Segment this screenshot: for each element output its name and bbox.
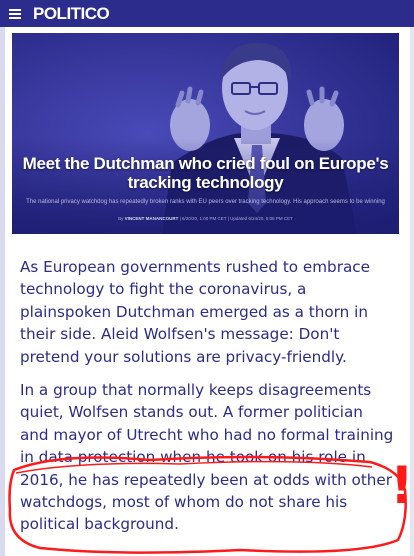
byline-dates: | 6/20/20, 1:00 PM CET | Updated 6/24/20… xyxy=(179,216,293,221)
top-bar: POLITICO xyxy=(0,0,414,27)
article-byline: By VINCENT MANANCOURT | 6/20/20, 1:00 PM… xyxy=(26,216,385,222)
politico-logo[interactable]: POLITICO xyxy=(33,4,110,24)
article-paragraph-2: In a group that normally keeps disagreem… xyxy=(20,381,394,534)
byline-prefix: By xyxy=(118,216,124,221)
byline-author[interactable]: VINCENT MANANCOURT xyxy=(125,216,179,221)
left-page-edge xyxy=(0,27,5,556)
hero-image[interactable]: Meet the Dutchman who cried foul on Euro… xyxy=(12,33,399,234)
hamburger-menu-icon[interactable] xyxy=(9,8,21,19)
right-page-edge xyxy=(410,27,414,556)
article-headline[interactable]: Meet the Dutchman who cried foul on Euro… xyxy=(12,154,399,192)
article-paragraph-1: As European governments rushed to embrac… xyxy=(20,258,370,366)
article-standfirst: The national privacy watchdog has repeat… xyxy=(26,199,385,205)
